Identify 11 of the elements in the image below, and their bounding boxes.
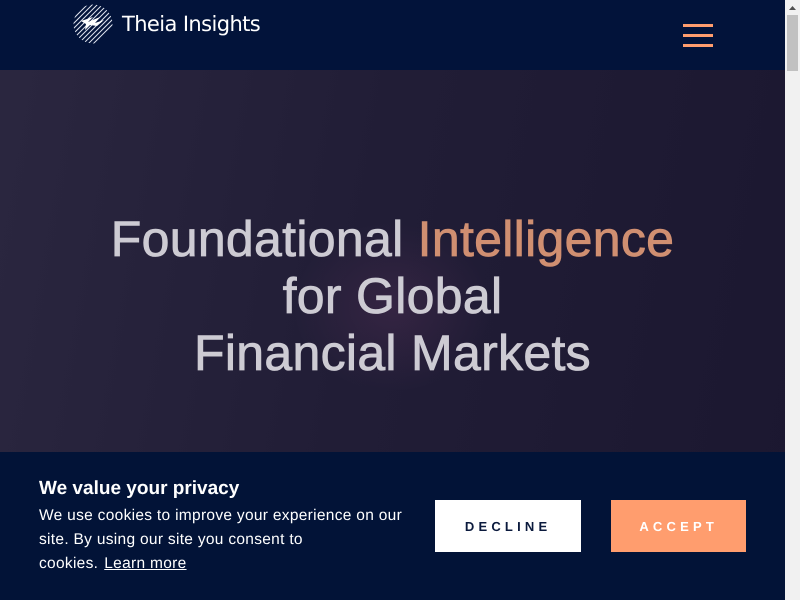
learn-more-link[interactable]: Learn more <box>104 554 187 572</box>
cookie-text: We use cookies to improve your experience on our site. By using our site you consent to cookies. Learn more <box>39 506 404 574</box>
menu-button[interactable] <box>683 24 713 46</box>
menu-icon <box>683 24 713 46</box>
logo-link[interactable]: Theia Insights <box>73 4 260 44</box>
hero-heading: Foundational Intelligence for Global Financial Markets <box>110 211 674 382</box>
scrollbar-thumb[interactable] <box>787 15 798 71</box>
cookie-title: We value your privacy <box>39 476 240 500</box>
scroll-up-arrow-icon[interactable] <box>789 6 796 10</box>
decline-button[interactable]: DECLINE <box>434 500 582 552</box>
logo-icon <box>73 4 113 44</box>
